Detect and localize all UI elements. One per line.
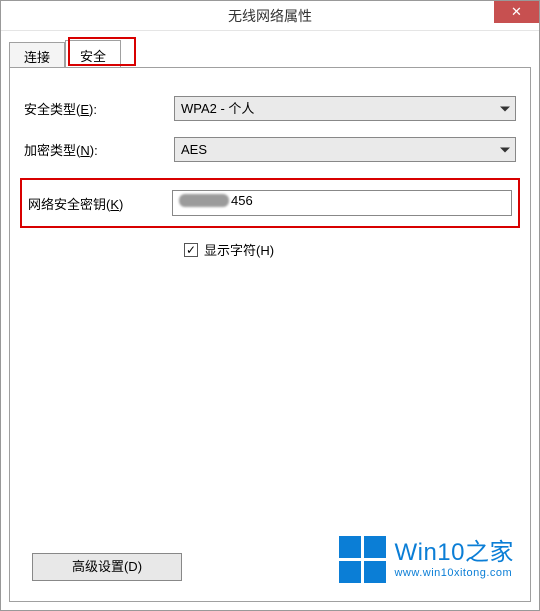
tab-panel-security: 安全类型(E): WPA2 - 个人 加密类型(N): AES 网络安全密钥(K… <box>9 67 531 602</box>
watermark-title: Win10之家 <box>394 540 514 566</box>
label-security-type: 安全类型(E): <box>24 99 174 118</box>
label-text: ) <box>270 243 274 258</box>
watermark-url: www.win10xitong.com <box>394 567 514 579</box>
row-show-characters: ✓ 显示字符(H) <box>184 240 516 259</box>
label-network-key: 网络安全密钥(K) <box>28 194 172 213</box>
label-encryption-type: 加密类型(N): <box>24 140 174 159</box>
window: 无线网络属性 ✕ 连接安全 安全类型(E): WPA2 - 个人 加密类型(N)… <box>0 0 540 611</box>
access-key: H <box>260 243 269 258</box>
access-key: D <box>128 559 137 574</box>
label-show-characters: 显示字符(H) <box>204 240 274 259</box>
watermark: Win10之家 www.win10xitong.com <box>339 536 514 583</box>
button-label: 高级设置( <box>72 559 128 574</box>
annotation-highlight-key-row: 网络安全密钥(K) 456 <box>20 178 520 228</box>
label-text: ): <box>89 102 97 117</box>
watermark-text: Win10之家 www.win10xitong.com <box>394 540 514 578</box>
select-value: AES <box>174 137 516 162</box>
window-title: 无线网络属性 <box>1 6 539 26</box>
row-encryption-type: 加密类型(N): AES <box>24 137 516 162</box>
label-text: ) <box>119 197 123 212</box>
button-label: ) <box>138 559 142 574</box>
network-key-input[interactable]: 456 <box>172 190 512 216</box>
select-encryption-type[interactable]: AES <box>174 137 516 162</box>
redacted-smudge <box>179 194 229 207</box>
close-button[interactable]: ✕ <box>494 1 539 23</box>
tab-strip: 连接安全 <box>9 39 531 67</box>
access-key: E <box>80 102 89 117</box>
select-security-type[interactable]: WPA2 - 个人 <box>174 96 516 121</box>
windows-logo-icon <box>339 536 386 583</box>
chevron-down-icon <box>500 106 510 111</box>
label-text: 加密类型( <box>24 143 80 158</box>
check-icon: ✓ <box>186 244 196 256</box>
label-text: ): <box>90 143 98 158</box>
titlebar: 无线网络属性 ✕ <box>1 1 539 31</box>
access-key: K <box>110 197 119 212</box>
select-value: WPA2 - 个人 <box>174 96 516 121</box>
checkbox-show-characters[interactable]: ✓ <box>184 243 198 257</box>
key-value-visible-part: 456 <box>231 193 253 208</box>
label-text: 安全类型( <box>24 102 80 117</box>
chevron-down-icon <box>500 147 510 152</box>
label-text: 网络安全密钥( <box>28 197 110 212</box>
row-security-type: 安全类型(E): WPA2 - 个人 <box>24 96 516 121</box>
close-icon: ✕ <box>511 4 522 20</box>
advanced-settings-button[interactable]: 高级设置(D) <box>32 553 182 581</box>
access-key: N <box>80 143 89 158</box>
label-text: 显示字符( <box>204 243 260 258</box>
